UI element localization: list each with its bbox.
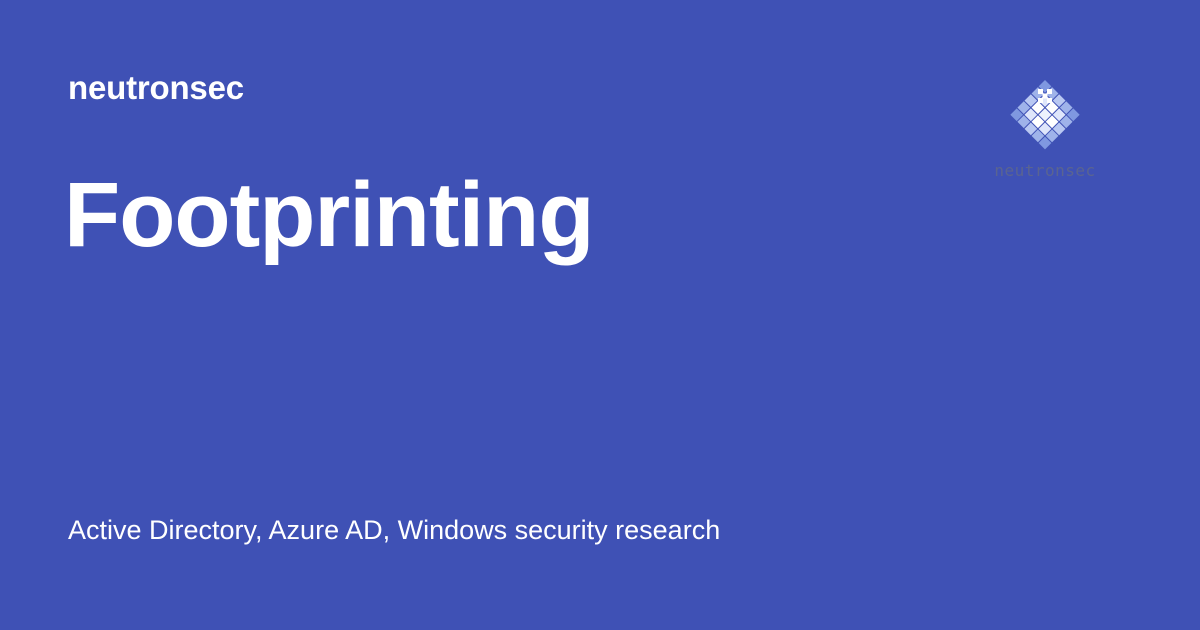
logo-wordmark: neutronsec <box>994 161 1096 180</box>
diamond-grid-logo-icon <box>1010 80 1080 150</box>
site-logo: neutronsec <box>986 74 1104 184</box>
page-subtitle: Active Directory, Azure AD, Windows secu… <box>68 515 721 545</box>
social-preview-card: neutronsec Footprinting Active Directory… <box>0 0 1200 630</box>
page-title: Footprinting <box>64 164 595 266</box>
site-name: neutronsec <box>68 69 244 106</box>
